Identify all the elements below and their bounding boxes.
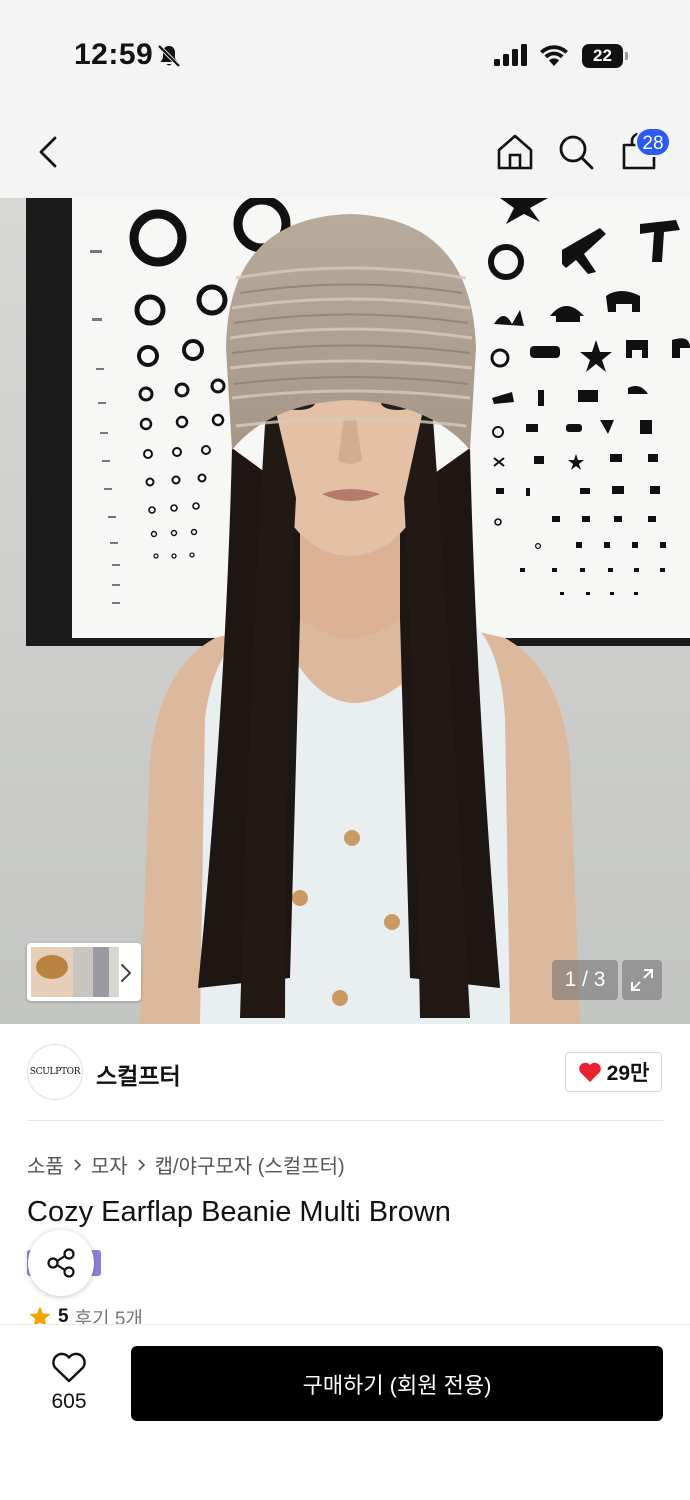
buy-button[interactable]: 구매하기 (회원 전용)	[131, 1346, 663, 1421]
breadcrumb-item[interactable]: 캡/야구모자 (스컬프터)	[155, 1150, 345, 1179]
share-button[interactable]	[28, 1230, 94, 1296]
signal-icon	[494, 44, 527, 66]
heart-icon	[578, 1062, 601, 1082]
home-button[interactable]	[493, 130, 537, 174]
wishlist-count: 605	[51, 1390, 87, 1413]
product-photo	[0, 198, 690, 1024]
product-image[interactable]	[0, 198, 690, 1024]
brand-like-button[interactable]: 29만	[565, 1052, 662, 1092]
battery-indicator: 22	[582, 44, 628, 68]
back-button[interactable]	[26, 130, 70, 174]
wifi-icon	[540, 45, 568, 66]
chevron-right-icon	[73, 1158, 82, 1172]
battery-cap	[625, 52, 628, 60]
nav-bar	[0, 110, 690, 198]
cart-count-badge: 28	[635, 127, 671, 157]
status-bar: 12:59 22	[0, 0, 690, 110]
brand-logo-text: SCULPTOR	[29, 1067, 81, 1077]
expand-button[interactable]	[622, 960, 662, 1000]
breadcrumb: 소품 모자 캡/야구모자 (스컬프터)	[27, 1150, 345, 1179]
wishlist-button[interactable]: 605	[36, 1348, 102, 1418]
battery-level: 22	[582, 44, 623, 68]
breadcrumb-item[interactable]: 모자	[91, 1150, 128, 1179]
status-time: 12:59	[74, 38, 154, 71]
home-icon	[497, 134, 533, 170]
brand-like-count: 29만	[606, 1062, 650, 1085]
share-icon	[47, 1248, 75, 1278]
chevron-right-icon	[137, 1158, 146, 1172]
chevron-right-icon[interactable]	[118, 962, 134, 984]
image-page-counter: 1 / 3	[552, 960, 618, 1000]
search-icon	[559, 135, 594, 170]
brand-logo[interactable]: SCULPTOR	[27, 1044, 83, 1100]
divider	[27, 1120, 663, 1121]
back-icon	[39, 136, 57, 168]
heart-icon	[52, 1352, 86, 1383]
brand-name[interactable]: 스컬프터	[96, 1057, 181, 1091]
expand-icon	[631, 969, 653, 991]
product-title: Cozy Earflap Beanie Multi Brown	[27, 1196, 451, 1228]
bell-slash-icon	[157, 44, 181, 68]
breadcrumb-item[interactable]: 소품	[27, 1150, 64, 1179]
search-button[interactable]	[554, 130, 598, 174]
